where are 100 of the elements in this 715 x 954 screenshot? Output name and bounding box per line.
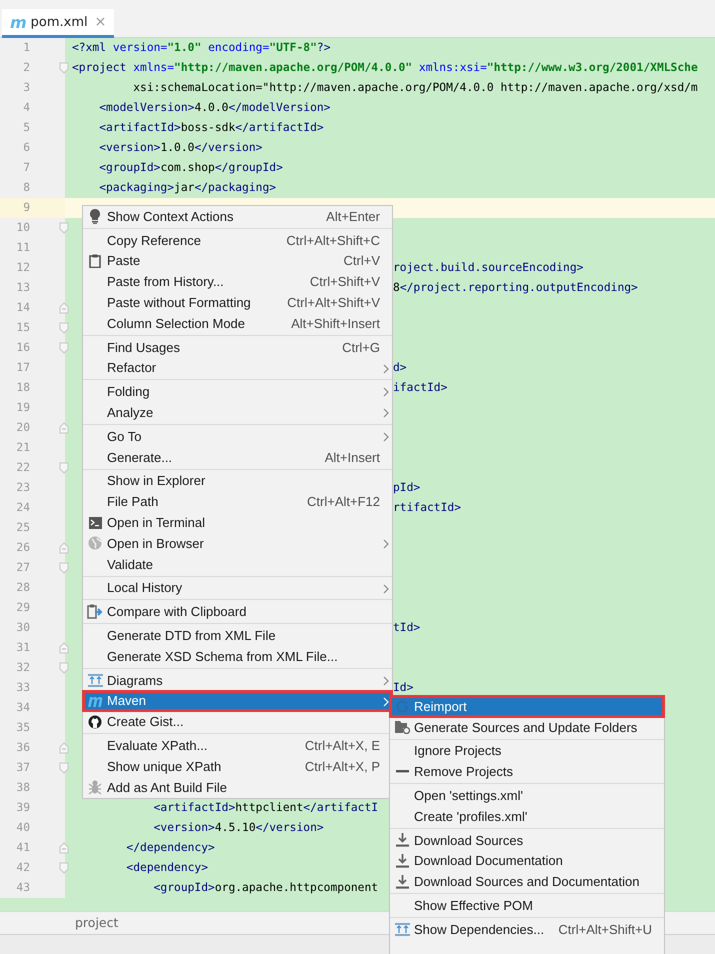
code-line: pId> (393, 481, 420, 494)
code-line: Id> (393, 681, 414, 694)
fold-marker-icon[interactable] (59, 662, 69, 674)
menu-item[interactable]: Generate Sources and Update Folders (390, 716, 664, 738)
menu-item[interactable]: Validate (83, 554, 392, 575)
code-line: rtifactId> (393, 501, 462, 514)
menu-item[interactable]: Analyze (83, 402, 392, 423)
menu-item[interactable]: Paste Ctrl+V (83, 250, 392, 272)
menu-item[interactable]: Generate DTD from XML File (83, 625, 392, 646)
menu-item[interactable]: Show Dependencies... Ctrl+Alt+Shift+U (390, 918, 664, 940)
code-line: <packaging>jar</packaging> (98, 181, 276, 194)
menu-item[interactable]: Show unique XPath Ctrl+Alt+X, P (83, 756, 392, 777)
menu-item[interactable]: Local History (83, 578, 392, 598)
fold-marker-icon[interactable] (59, 62, 69, 74)
line-number: 10 (15, 221, 30, 234)
shortcut-text: Ctrl+Alt+Shift+U (558, 922, 652, 937)
menu-item[interactable]: Find Usages Ctrl+G (83, 336, 392, 358)
line-number: 37 (15, 761, 30, 774)
menu-item[interactable]: Ignore Projects (390, 740, 664, 762)
menu-item[interactable]: Open in Browser (83, 532, 392, 554)
file-tab[interactable]: m pom.xml × (2, 9, 114, 38)
menu-item[interactable]: Copy Reference Ctrl+Alt+Shift+C (83, 230, 392, 251)
code-line: </dependency> (125, 841, 215, 854)
line-number: 21 (15, 441, 30, 454)
fold-marker-icon[interactable] (59, 222, 69, 234)
fold-marker-icon[interactable] (59, 742, 69, 754)
fold-marker-icon[interactable] (59, 642, 69, 654)
fold-marker-icon[interactable] (59, 342, 69, 354)
shortcut-text: Alt+Insert (324, 450, 380, 465)
code-line: <version>1.0.0</version> (98, 141, 262, 154)
fold-marker-icon[interactable] (59, 762, 69, 774)
menu-item[interactable]: Compare with Clipboard (83, 601, 392, 622)
code-line: <artifactId>boss-sdk</artifactId> (98, 121, 324, 134)
fold-marker-icon[interactable] (59, 562, 69, 574)
menu-item[interactable]: Evaluate XPath... Ctrl+Alt+X, E (83, 735, 392, 756)
line-number: 23 (15, 481, 30, 494)
menu-item[interactable]: Show Effective POM (390, 895, 664, 916)
line-number: 18 (15, 381, 30, 394)
menu-item[interactable]: Add as Ant Build File (83, 776, 392, 798)
menu-item[interactable]: Folding (83, 381, 392, 402)
menu-item[interactable]: Column Selection Mode Alt+Shift+Insert (83, 312, 392, 334)
github-icon (88, 714, 102, 729)
menu-item[interactable]: Generate XSD Schema from XML File... (83, 646, 392, 667)
shortcut-text: Alt+Enter (326, 208, 380, 224)
code-line: roject.build.sourceEncoding> (393, 261, 584, 274)
code-line: d> (393, 361, 407, 374)
menu-item[interactable]: Open 'settings.xml' (390, 785, 664, 806)
menu-item[interactable]: Remove Projects (390, 761, 664, 782)
line-number: 4 (22, 101, 30, 114)
menu-item[interactable]: Show in Explorer (83, 470, 392, 492)
download-icon (396, 874, 408, 889)
fold-marker-icon[interactable] (59, 542, 69, 554)
line-number: 38 (15, 781, 30, 794)
terminal-icon (88, 516, 102, 529)
menu-item[interactable]: Refactor (83, 358, 392, 378)
menu-item[interactable]: Go To (83, 426, 392, 447)
diagram-icon (394, 922, 410, 936)
fold-marker-icon[interactable] (59, 462, 69, 474)
fold-marker-icon[interactable] (59, 422, 69, 434)
menu-item[interactable]: Open in Terminal (83, 512, 392, 533)
menu-item[interactable]: File Path Ctrl+Alt+F12 (83, 491, 392, 512)
menu-item[interactable]: Paste without Formatting Ctrl+Alt+Shift+V (83, 292, 392, 313)
compare-icon (87, 604, 103, 620)
code-line: tId> (393, 621, 420, 634)
shortcut-text: Ctrl+V (344, 253, 380, 268)
maven-icon (86, 694, 104, 707)
menu-item[interactable]: Diagrams (83, 670, 392, 691)
line-number: 43 (15, 881, 30, 894)
fold-marker-icon[interactable] (59, 842, 69, 854)
menu-item[interactable]: Download Sources (390, 830, 664, 851)
code-line: <groupId>org.apache.httpcomponent (152, 881, 378, 894)
line-number: 20 (15, 421, 30, 434)
menu-item[interactable]: Generate... Alt+Insert (83, 446, 392, 468)
menu-item[interactable]: Download Sources and Documentation (390, 871, 664, 892)
line-number: 11 (15, 241, 30, 254)
breadcrumb-item[interactable]: project (75, 915, 118, 930)
line-number: 6 (22, 141, 30, 154)
fold-marker-icon[interactable] (59, 302, 69, 314)
folder-icon (394, 720, 410, 734)
menu-item[interactable]: Reimport (390, 696, 664, 717)
line-number: 31 (15, 641, 30, 654)
line-number: 33 (15, 681, 30, 694)
menu-item[interactable]: Paste from History... Ctrl+Shift+V (83, 271, 392, 292)
menu-item[interactable]: Show Context Actions Alt+Enter (83, 206, 392, 227)
menu-item[interactable]: Download Documentation (390, 850, 664, 872)
fold-marker-icon[interactable] (59, 322, 69, 334)
line-number: 17 (15, 361, 30, 374)
menu-item[interactable]: Create Gist... (83, 711, 392, 732)
line-number: 30 (15, 621, 30, 634)
fold-marker-icon[interactable] (59, 862, 69, 874)
code-line: ifactId> (393, 381, 448, 394)
code-line: <?xml version="1.0" encoding="UTF-8"?> (72, 41, 330, 54)
clipboard-icon (89, 254, 101, 268)
menu-item[interactable]: Create 'profiles.xml' (390, 806, 664, 827)
code-line: <groupId>com.shop</groupId> (98, 161, 283, 174)
menu-item[interactable]: Maven (83, 690, 392, 712)
line-number: 25 (15, 521, 30, 534)
shortcut-text: Ctrl+Alt+F12 (307, 494, 380, 510)
code-line: 8</project.reporting.outputEncoding> (393, 281, 638, 294)
line-number: 24 (15, 501, 30, 514)
